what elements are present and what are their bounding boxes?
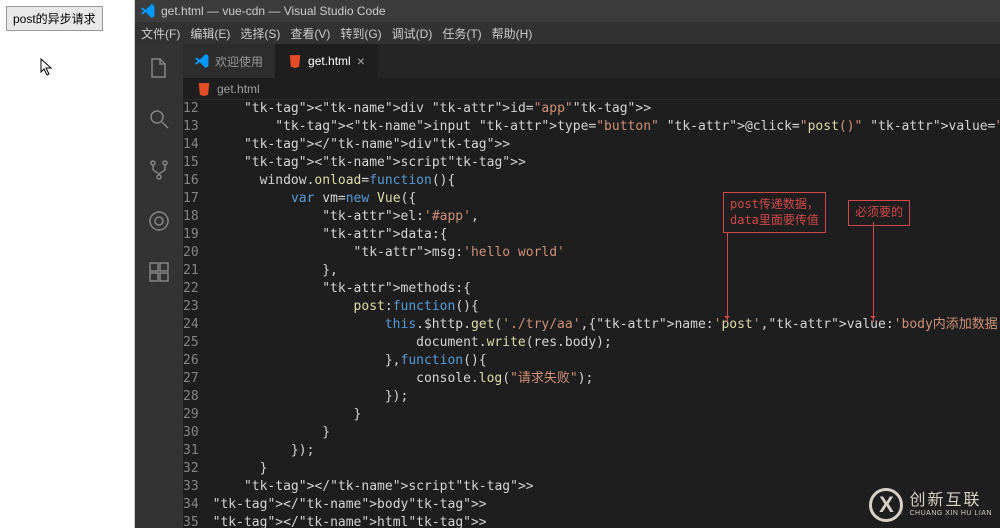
vscode-icon [141,4,155,18]
annotation-arrow-2 [873,222,874,322]
watermark-logo-icon: X [869,488,903,522]
vscode-icon [195,54,209,68]
html-file-icon [197,82,211,96]
annotation-box-2: 必须要的 [848,200,910,226]
tabs-row: 欢迎使用 get.html × [183,44,1000,78]
annotation-arrow-1 [727,232,728,322]
browser-panel: post的异步请求 [0,0,135,528]
debug-icon[interactable] [147,209,171,238]
tab-get-html[interactable]: get.html × [276,44,378,78]
watermark: X 创新互联 CHUANG XIN HU LIAN [869,488,992,522]
watermark-top: 创新互联 [909,492,992,510]
watermark-bottom: CHUANG XIN HU LIAN [909,510,992,518]
menu-goto[interactable]: 转到(G) [340,25,381,42]
menu-select[interactable]: 选择(S) [240,25,280,42]
menu-view[interactable]: 查看(V) [290,25,330,42]
tab-label: get.html [308,54,351,68]
git-icon[interactable] [147,158,171,187]
tab-welcome[interactable]: 欢迎使用 [183,44,276,78]
vscode-window: get.html — vue-cdn — Visual Studio Code … [135,0,1000,528]
activity-bar [135,44,183,528]
titlebar: get.html — vue-cdn — Visual Studio Code [135,0,1000,22]
files-icon[interactable] [147,56,171,85]
close-icon[interactable]: × [357,53,365,69]
menu-help[interactable]: 帮助(H) [492,25,533,42]
editor-group: 欢迎使用 get.html × get.html 12 13 14 15 16 … [183,44,1000,528]
mouse-cursor-icon [40,58,54,79]
breadcrumb: get.html [183,78,1000,100]
annotation-box-1: post传递数据， data里面要传值 [723,192,826,233]
html-file-icon [288,54,302,68]
code-content[interactable]: "tk-tag"><"tk-name">div "tk-attr">id="ap… [213,100,1000,528]
breadcrumb-label: get.html [217,82,260,96]
code-editor[interactable]: 12 13 14 15 16 17 18 19 20 21 22 23 24 2… [183,100,1000,528]
line-numbers: 12 13 14 15 16 17 18 19 20 21 22 23 24 2… [183,100,213,528]
search-icon[interactable] [147,107,171,136]
extensions-icon[interactable] [147,260,171,289]
post-request-button[interactable]: post的异步请求 [6,6,103,31]
menu-edit[interactable]: 编辑(E) [190,25,230,42]
menu-file[interactable]: 文件(F) [141,25,180,42]
title-text: get.html — vue-cdn — Visual Studio Code [161,4,386,18]
menu-tasks[interactable]: 任务(T) [442,25,481,42]
tab-label: 欢迎使用 [215,53,263,70]
menu-debug[interactable]: 调试(D) [392,25,433,42]
menubar: 文件(F) 编辑(E) 选择(S) 查看(V) 转到(G) 调试(D) 任务(T… [135,22,1000,44]
